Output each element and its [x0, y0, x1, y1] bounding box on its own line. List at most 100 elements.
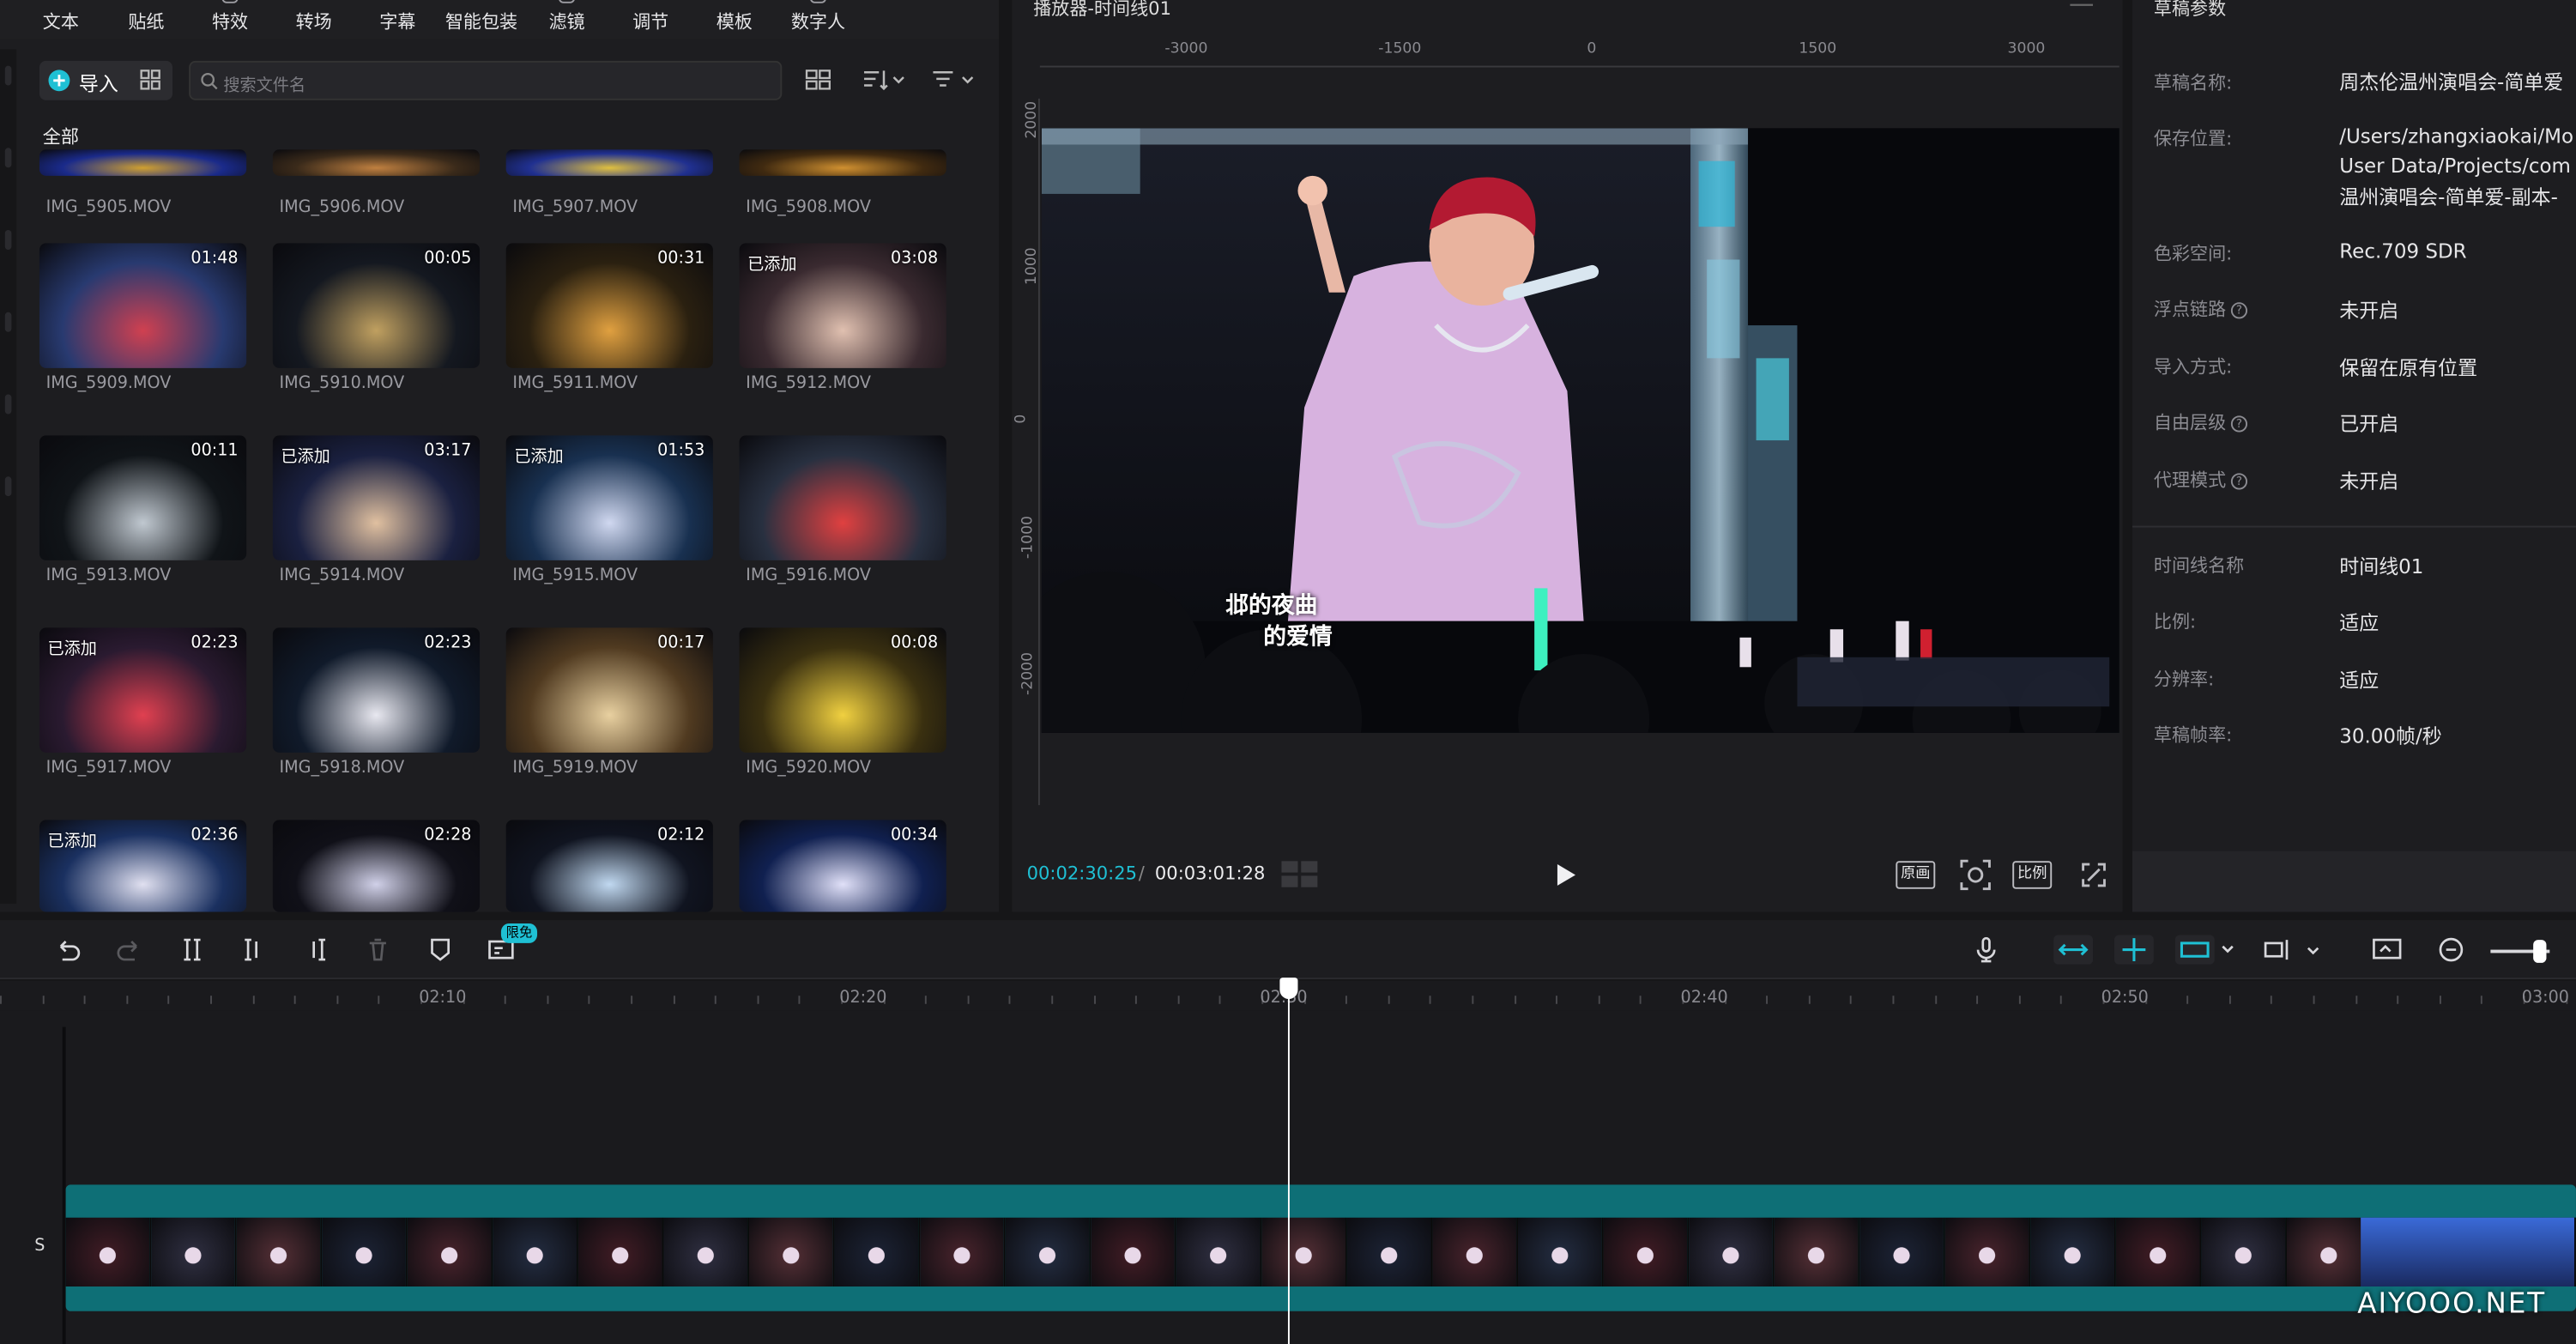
clip-thumbnail-strip[interactable] [65, 1217, 2576, 1287]
help-icon[interactable]: ? [2230, 415, 2248, 433]
clip-thumbnail[interactable]: 00:34 [739, 820, 946, 912]
fit-view-icon[interactable] [1960, 859, 1991, 891]
grid-overlay-icon[interactable] [1281, 861, 1318, 887]
play-icon[interactable] [1554, 863, 1577, 887]
help-icon[interactable]: ? [2230, 473, 2248, 490]
view-toggle-icon[interactable] [805, 69, 831, 90]
clip-thumbnail[interactable] [272, 149, 481, 176]
ratio-button[interactable]: 比例 [2012, 861, 2053, 889]
ruler-h-label: -3000 [1164, 40, 1208, 58]
folder-all[interactable]: 全部 [43, 124, 79, 150]
tab-template[interactable]: 模板 [717, 9, 753, 35]
sort-icon[interactable] [862, 69, 905, 91]
clip-name: IMG_5912.MOV [746, 374, 871, 393]
original-quality-button[interactable]: 原画 [1896, 861, 1936, 889]
tab-digital-human[interactable]: 数字人 [791, 9, 845, 35]
media-clip[interactable]: 00:17 IMG_5919.MOV [505, 627, 713, 778]
zoom-out-icon[interactable] [2438, 936, 2464, 963]
media-clip[interactable]: 01:53 已添加 IMG_5915.MOV [505, 435, 713, 585]
tab-captions[interactable]: 字幕 [379, 9, 415, 35]
clip-name: IMG_5920.MOV [746, 759, 871, 778]
filmstrip-frame [1346, 1217, 1433, 1287]
clip-thumbnail[interactable]: 01:48 [39, 243, 247, 368]
fullscreen-icon[interactable] [2082, 863, 2107, 887]
tab-transition[interactable]: 转场 [296, 9, 332, 35]
media-clip[interactable]: 00:11 IMG_5913.MOV [39, 435, 247, 585]
clip-thumbnail[interactable]: 02:28 [272, 820, 481, 912]
clip-duration: 00:11 [190, 442, 239, 461]
media-clip[interactable]: IMG_5916.MOV [739, 435, 946, 585]
main-track-magnet-icon[interactable] [2053, 935, 2094, 965]
clip-thumbnail[interactable]: 00:31 [505, 243, 713, 368]
split-icon[interactable] [179, 936, 206, 963]
ruler-tick [504, 996, 506, 1004]
search-icon [201, 73, 218, 90]
undo-icon[interactable] [54, 936, 81, 963]
clip-thumbnail[interactable]: 00:11 [39, 435, 247, 560]
tab-effects[interactable]: 特效 [212, 9, 248, 35]
media-sidebar [0, 49, 17, 904]
trim-left-icon[interactable] [241, 936, 268, 963]
clip-thumbnail[interactable]: 03:08 已添加 [739, 243, 946, 368]
ruler-tick [0, 996, 2, 1004]
preview-axis-icon[interactable] [2264, 936, 2326, 963]
clip-name: IMG_5914.MOV [279, 566, 405, 585]
clip-thumbnail[interactable]: 02:23 已添加 [39, 627, 247, 753]
playhead[interactable] [1287, 980, 1290, 1344]
tab-smart-packaging[interactable]: 智能包装 [445, 9, 517, 35]
redo-icon[interactable] [117, 936, 143, 963]
delete-icon[interactable] [365, 936, 391, 963]
filter-icon [558, 0, 576, 3]
linkage-icon[interactable] [2174, 935, 2238, 965]
menu-icon[interactable] [2070, 0, 2094, 13]
clip-thumbnail[interactable] [739, 435, 946, 560]
prop-key: 浮点链路? [2154, 296, 2248, 323]
ruler-tick [1808, 996, 1811, 1004]
media-clip[interactable]: 03:17 已添加 IMG_5914.MOV [272, 435, 481, 585]
color-space-value: Rec.709 SDR [2339, 239, 2467, 263]
help-icon[interactable]: ? [2230, 302, 2248, 319]
clip-thumbnail[interactable]: 02:12 [505, 820, 713, 912]
clip-thumbnail[interactable]: 03:17 已添加 [272, 435, 481, 560]
media-clip[interactable]: 02:23 已添加 IMG_5917.MOV [39, 627, 247, 778]
media-clip[interactable]: 00:08 IMG_5920.MOV [739, 627, 946, 778]
free-layer-value: 已开启 [2339, 412, 2399, 436]
media-clip[interactable]: 00:05 IMG_5910.MOV [272, 243, 481, 393]
thumbnail-preview-icon[interactable] [2373, 936, 2402, 963]
clip-thumbnail[interactable]: 01:53 已添加 [505, 435, 713, 560]
auto-snap-icon[interactable] [2113, 935, 2154, 965]
playhead-handle[interactable] [1279, 978, 1298, 1000]
media-clip[interactable]: 03:08 已添加 IMG_5912.MOV [739, 243, 946, 393]
clip-thumbnail[interactable]: 00:05 [272, 243, 481, 368]
clip-name: IMG_5910.MOV [279, 374, 405, 393]
filter-icon[interactable] [932, 69, 978, 90]
microphone-icon[interactable] [1973, 936, 1999, 963]
trim-right-icon[interactable] [302, 936, 329, 963]
marker-icon[interactable] [427, 936, 454, 963]
clip-thumbnail[interactable] [39, 149, 247, 176]
tab-sticker[interactable]: 贴纸 [128, 9, 164, 35]
zoom-slider-handle[interactable] [2533, 940, 2547, 963]
clip-thumbnail[interactable]: 02:36 已添加 [39, 820, 247, 912]
clip-duration: 02:23 [190, 633, 239, 653]
clip-thumbnail[interactable] [505, 149, 713, 176]
grid-qr-icon[interactable] [140, 69, 161, 90]
ruler-tick [2186, 996, 2189, 1004]
media-clip[interactable]: 00:31 IMG_5911.MOV [505, 243, 713, 393]
clip-thumbnail[interactable]: 00:08 [739, 627, 946, 753]
filmstrip-frame [407, 1217, 493, 1287]
time-separator: / [1138, 863, 1145, 885]
clip-thumbnail[interactable] [739, 149, 946, 176]
media-clip[interactable]: 02:23 IMG_5918.MOV [272, 627, 481, 778]
media-clip[interactable]: 01:48 IMG_5909.MOV [39, 243, 247, 393]
import-label[interactable]: 导入 [79, 69, 118, 97]
ruler-tick [1094, 996, 1096, 1004]
tab-adjust[interactable]: 调节 [632, 9, 668, 35]
tab-text[interactable]: 文本 [43, 9, 79, 35]
tab-filter[interactable]: 滤镜 [548, 9, 584, 35]
properties-footer [2132, 851, 2576, 912]
clip-thumbnail[interactable]: 00:17 [505, 627, 713, 753]
video-preview[interactable]: 邶的夜曲 的爱情 [1041, 128, 2119, 733]
clip-thumbnail[interactable]: 02:23 [272, 627, 481, 753]
ruler-v-label: 0 [1013, 414, 1031, 424]
